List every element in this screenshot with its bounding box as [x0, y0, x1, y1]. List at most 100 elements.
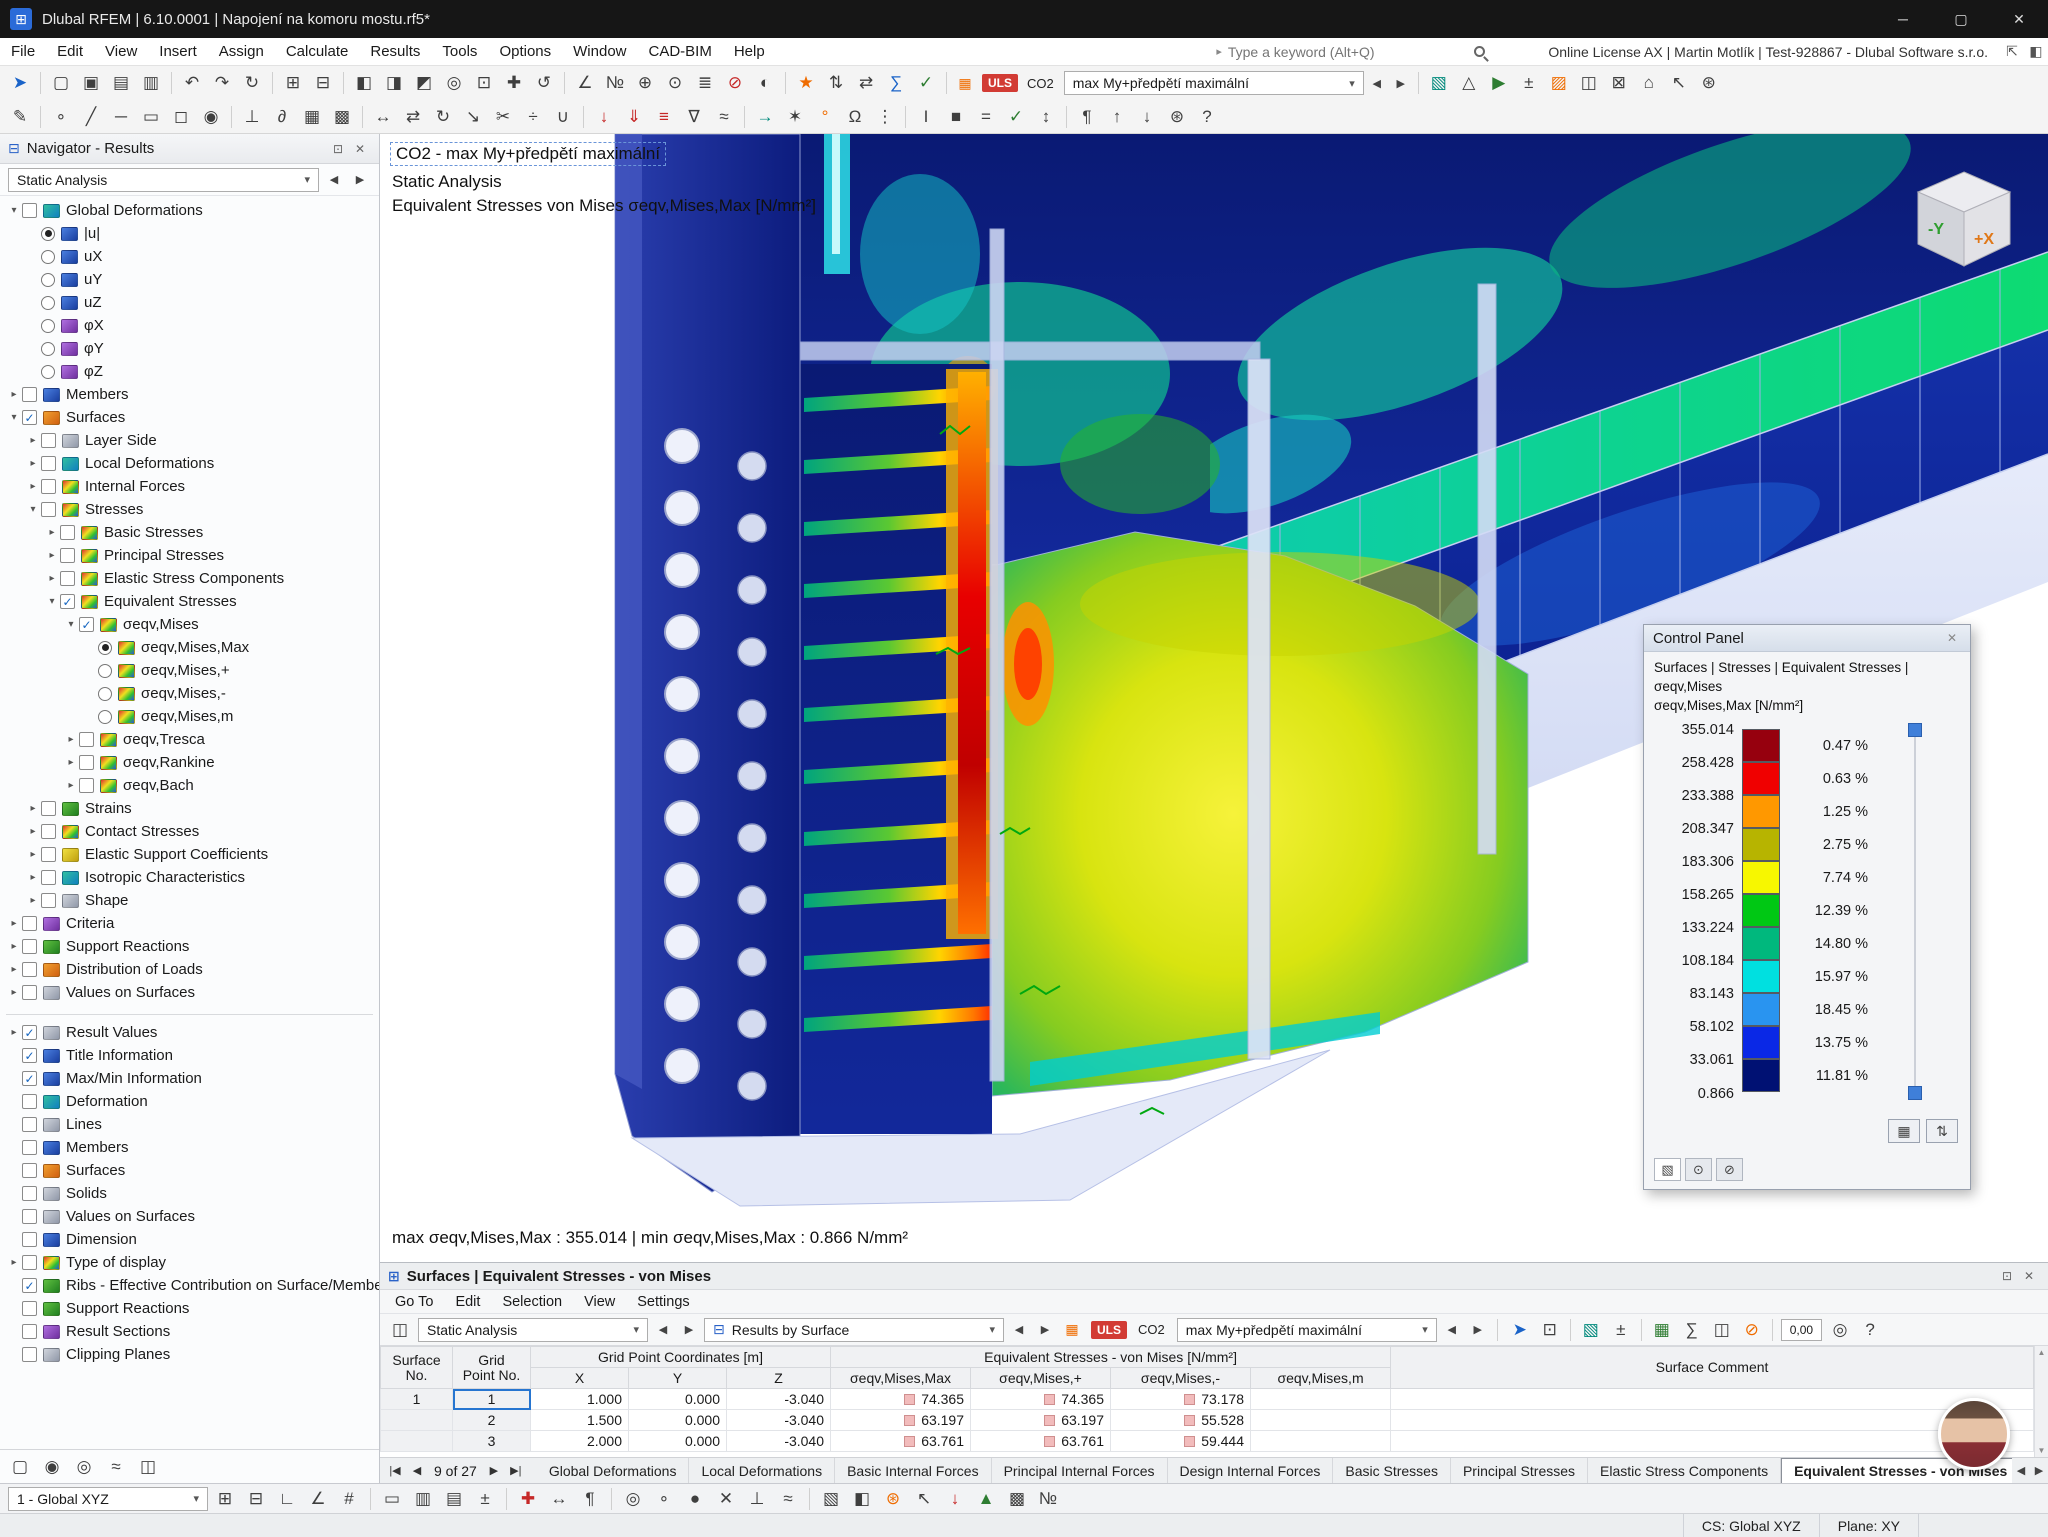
- table-select-objects-icon[interactable]: ➤: [1506, 1316, 1534, 1343]
- tree-item-members[interactable]: Members: [0, 1136, 379, 1159]
- checkbox[interactable]: [22, 1140, 37, 1155]
- select-icon[interactable]: ➤: [6, 70, 34, 97]
- help-icon[interactable]: ?: [1193, 103, 1221, 130]
- dimensions-icon[interactable]: ↔: [545, 1485, 573, 1512]
- zoom-window-icon[interactable]: ⊡: [470, 70, 498, 97]
- keyword-search[interactable]: ▸: [1216, 44, 1536, 60]
- move-copy-icon[interactable]: ↔: [369, 103, 397, 130]
- expander-icon[interactable]: ▸: [25, 895, 41, 906]
- guidelines-icon[interactable]: #: [335, 1485, 363, 1512]
- next-page-button[interactable]: ▶: [483, 1464, 505, 1477]
- checkbox[interactable]: [79, 732, 94, 747]
- printout-icon[interactable]: ¶: [1073, 103, 1101, 130]
- checkbox[interactable]: [22, 1255, 37, 1270]
- concrete-design-icon[interactable]: ■: [942, 103, 970, 130]
- cell-grid-point-no[interactable]: 1: [453, 1389, 531, 1410]
- table-row[interactable]: 21.5000.000-3.04063.19763.19755.528: [381, 1410, 2034, 1431]
- divide-icon[interactable]: ÷: [519, 103, 547, 130]
- member-load-icon[interactable]: ⇓: [620, 103, 648, 130]
- expander-icon[interactable]: ▸: [44, 527, 60, 538]
- scale-color-block[interactable]: [1742, 828, 1780, 861]
- load-combinations-icon[interactable]: ⇄: [852, 70, 880, 97]
- tree-item-result-sections[interactable]: Result Sections: [0, 1320, 379, 1343]
- section-plane-icon[interactable]: ⊘: [721, 70, 749, 97]
- checkbox[interactable]: [41, 801, 56, 816]
- tree-item-layer-side[interactable]: ▸Layer Side: [0, 429, 379, 452]
- tree-item-shape[interactable]: ▸Shape: [0, 889, 379, 912]
- next-analysis-button[interactable]: ▶: [349, 169, 371, 191]
- previous-analysis-button[interactable]: ◀: [323, 169, 345, 191]
- results-loading-combo[interactable]: max My+předpětí maximální ▾: [1177, 1318, 1437, 1342]
- layout-icon[interactable]: ◧: [2024, 43, 2048, 60]
- close-panel-icon[interactable]: ✕: [349, 142, 371, 156]
- tree-item-elastic-stress-components[interactable]: ▸Elastic Stress Components: [0, 567, 379, 590]
- radio-button[interactable]: [98, 641, 112, 655]
- expander-icon[interactable]: ▸: [6, 389, 22, 400]
- panel-color-scale-tab[interactable]: ▧: [1654, 1158, 1681, 1181]
- edit-mode-icon[interactable]: ✎: [6, 103, 34, 130]
- expander-icon[interactable]: ▾: [25, 504, 41, 515]
- tree-item-equivalent-stresses[interactable]: ▾✓Equivalent Stresses: [0, 590, 379, 613]
- tree-item-result-values[interactable]: ▸✓Result Values: [0, 1021, 379, 1044]
- lighting-icon[interactable]: ⊛: [879, 1485, 907, 1512]
- rotate-copy-icon[interactable]: ↻: [429, 103, 457, 130]
- expander-icon[interactable]: ▸: [25, 481, 41, 492]
- checkbox[interactable]: [41, 479, 56, 494]
- trim-icon[interactable]: ✂: [489, 103, 517, 130]
- table-pick-cell-icon[interactable]: ⊡: [1536, 1316, 1564, 1343]
- cell-coordinate[interactable]: 1.000: [531, 1389, 629, 1410]
- checkbox[interactable]: [22, 1232, 37, 1247]
- checkbox[interactable]: [22, 985, 37, 1000]
- results-tab-design-internal-forces[interactable]: Design Internal Forces: [1168, 1458, 1334, 1483]
- checkbox[interactable]: [22, 1324, 37, 1339]
- display-layers-icon[interactable]: ≣: [691, 70, 719, 97]
- coordinate-system-icon[interactable]: ✚: [514, 1485, 542, 1512]
- checkbox[interactable]: [79, 778, 94, 793]
- menu-view[interactable]: View: [94, 38, 148, 65]
- results-mode-combo[interactable]: ⊟ Results by Surface ▾: [704, 1318, 1004, 1342]
- checkbox[interactable]: [22, 962, 37, 977]
- scale-color-block[interactable]: [1742, 894, 1780, 927]
- cell-surface-comment[interactable]: [1391, 1410, 2034, 1431]
- result-values-icon[interactable]: ±: [1515, 70, 1543, 97]
- settings-icon[interactable]: ⊛: [1695, 70, 1723, 97]
- open-icon[interactable]: ▣: [77, 70, 105, 97]
- show-mesh-icon[interactable]: ▩: [1003, 1485, 1031, 1512]
- cell-surface-no[interactable]: 1: [381, 1389, 453, 1410]
- results-table[interactable]: SurfaceNo.GridPoint No.Grid Point Coordi…: [380, 1346, 2034, 1452]
- analysis-combo[interactable]: Static Analysis ▾: [8, 168, 319, 192]
- results-tab-local-deformations[interactable]: Local Deformations: [689, 1458, 835, 1483]
- snap-center-icon[interactable]: ◎: [619, 1485, 647, 1512]
- snap-points-icon[interactable]: ⊕: [631, 70, 659, 97]
- results-tab-principal-internal-forces[interactable]: Principal Internal Forces: [992, 1458, 1168, 1483]
- scale-color-block[interactable]: [1742, 993, 1780, 1026]
- expander-icon[interactable]: ▸: [25, 849, 41, 860]
- checkbox[interactable]: [22, 1094, 37, 1109]
- menu-assign[interactable]: Assign: [208, 38, 275, 65]
- expander-icon[interactable]: ▸: [63, 734, 79, 745]
- render-mode-icon[interactable]: ◧: [848, 1485, 876, 1512]
- close-icon[interactable]: ✕: [1943, 631, 1961, 645]
- tree-item-eqv-mises[interactable]: ▾✓σeqv,Mises: [0, 613, 379, 636]
- panel-factors-tab[interactable]: ⊙: [1685, 1158, 1712, 1181]
- tree-item-deformation[interactable]: Deformation: [0, 1090, 379, 1113]
- export-model-icon[interactable]: ↑: [1103, 103, 1131, 130]
- checkbox[interactable]: [22, 1301, 37, 1316]
- polar-icon[interactable]: ∠: [304, 1485, 332, 1512]
- menu-tools[interactable]: Tools: [431, 38, 488, 65]
- previous-loading-button[interactable]: ◀: [1366, 72, 1388, 94]
- radio-button[interactable]: [41, 250, 55, 264]
- cell-stress[interactable]: [1251, 1410, 1391, 1431]
- previous-page-button[interactable]: ◀: [406, 1464, 428, 1477]
- results-tab-global-deformations[interactable]: Global Deformations: [537, 1458, 690, 1483]
- panel-navigator-icon[interactable]: ◫: [134, 1453, 162, 1480]
- scale-color-block[interactable]: [1742, 927, 1780, 960]
- scale-objects-icon[interactable]: ↘: [459, 103, 487, 130]
- expander-icon[interactable]: ▸: [6, 918, 22, 929]
- last-page-button[interactable]: ▶|: [505, 1464, 527, 1477]
- checkbox[interactable]: [22, 1347, 37, 1362]
- ortho-icon[interactable]: ∟: [273, 1485, 301, 1512]
- coordinate-system-combo[interactable]: 1 - Global XYZ ▾: [8, 1487, 208, 1511]
- tree-item-x[interactable]: φX: [0, 314, 379, 337]
- new-node-icon[interactable]: ∘: [47, 103, 75, 130]
